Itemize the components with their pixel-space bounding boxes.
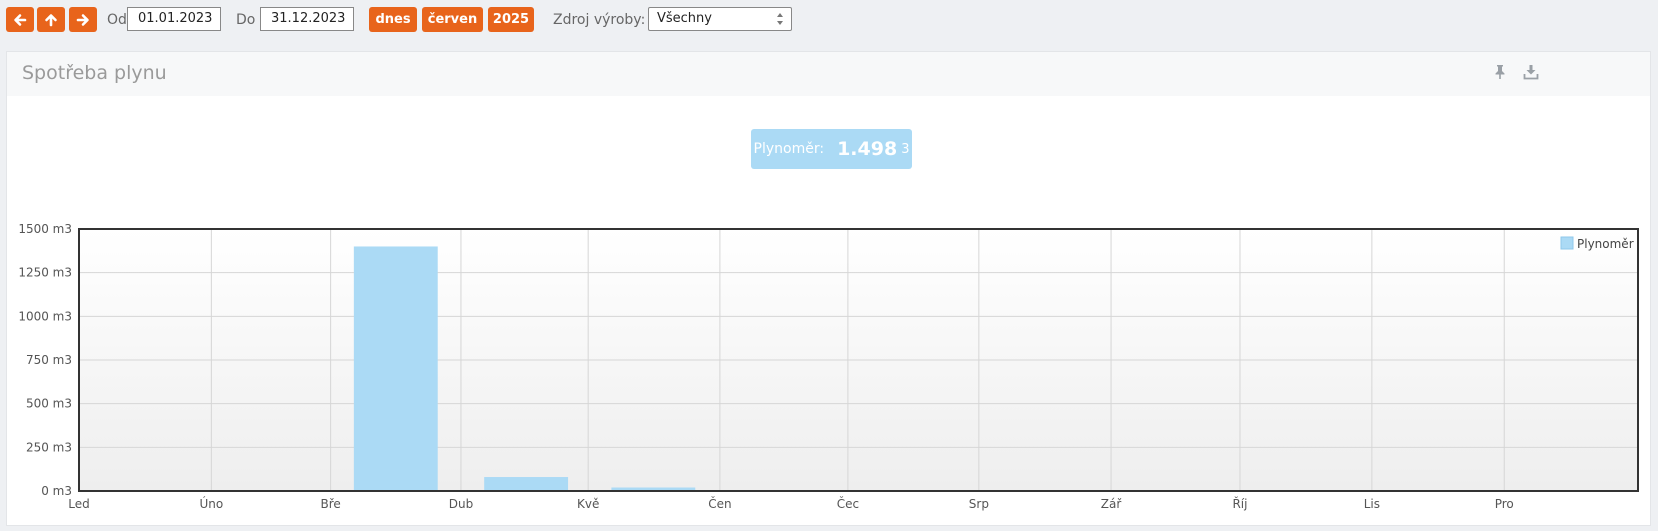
- x-tick-label: Dub: [449, 497, 473, 511]
- x-tick-label: Kvě: [577, 497, 599, 511]
- x-tick-label: Lis: [1364, 497, 1380, 511]
- x-tick-label: Úno: [199, 496, 223, 511]
- legend-swatch: [1560, 236, 1574, 250]
- y-tick-label: 250 m3: [26, 440, 72, 454]
- x-tick-label: Čen: [708, 496, 731, 511]
- x-tick-label: Srp: [969, 497, 989, 511]
- x-tick-label: Říj: [1232, 496, 1247, 511]
- chart-bar: [484, 477, 569, 491]
- y-tick-label: 0 m3: [41, 484, 72, 498]
- gas-consumption-chart: 0 m3 250 m3 500 m3 750 m3 1000 m3 1250 m3 1500…: [18, 222, 1639, 511]
- x-tick-label: Led: [68, 497, 89, 511]
- chart-bar: [353, 246, 438, 491]
- y-tick-label: 1250 m3: [18, 266, 72, 280]
- y-tick-label: 750 m3: [26, 353, 72, 367]
- x-tick-label: Pro: [1495, 497, 1514, 511]
- y-tick-label: 1500 m3: [18, 222, 72, 236]
- x-tick-label: Bře: [320, 497, 340, 511]
- y-tick-label: 1000 m3: [18, 309, 72, 323]
- legend-label: Plynoměr: [1577, 237, 1634, 251]
- x-tick-label: Čec: [837, 496, 859, 511]
- y-tick-label: 500 m3: [26, 397, 72, 411]
- x-tick-label: Zář: [1101, 497, 1123, 511]
